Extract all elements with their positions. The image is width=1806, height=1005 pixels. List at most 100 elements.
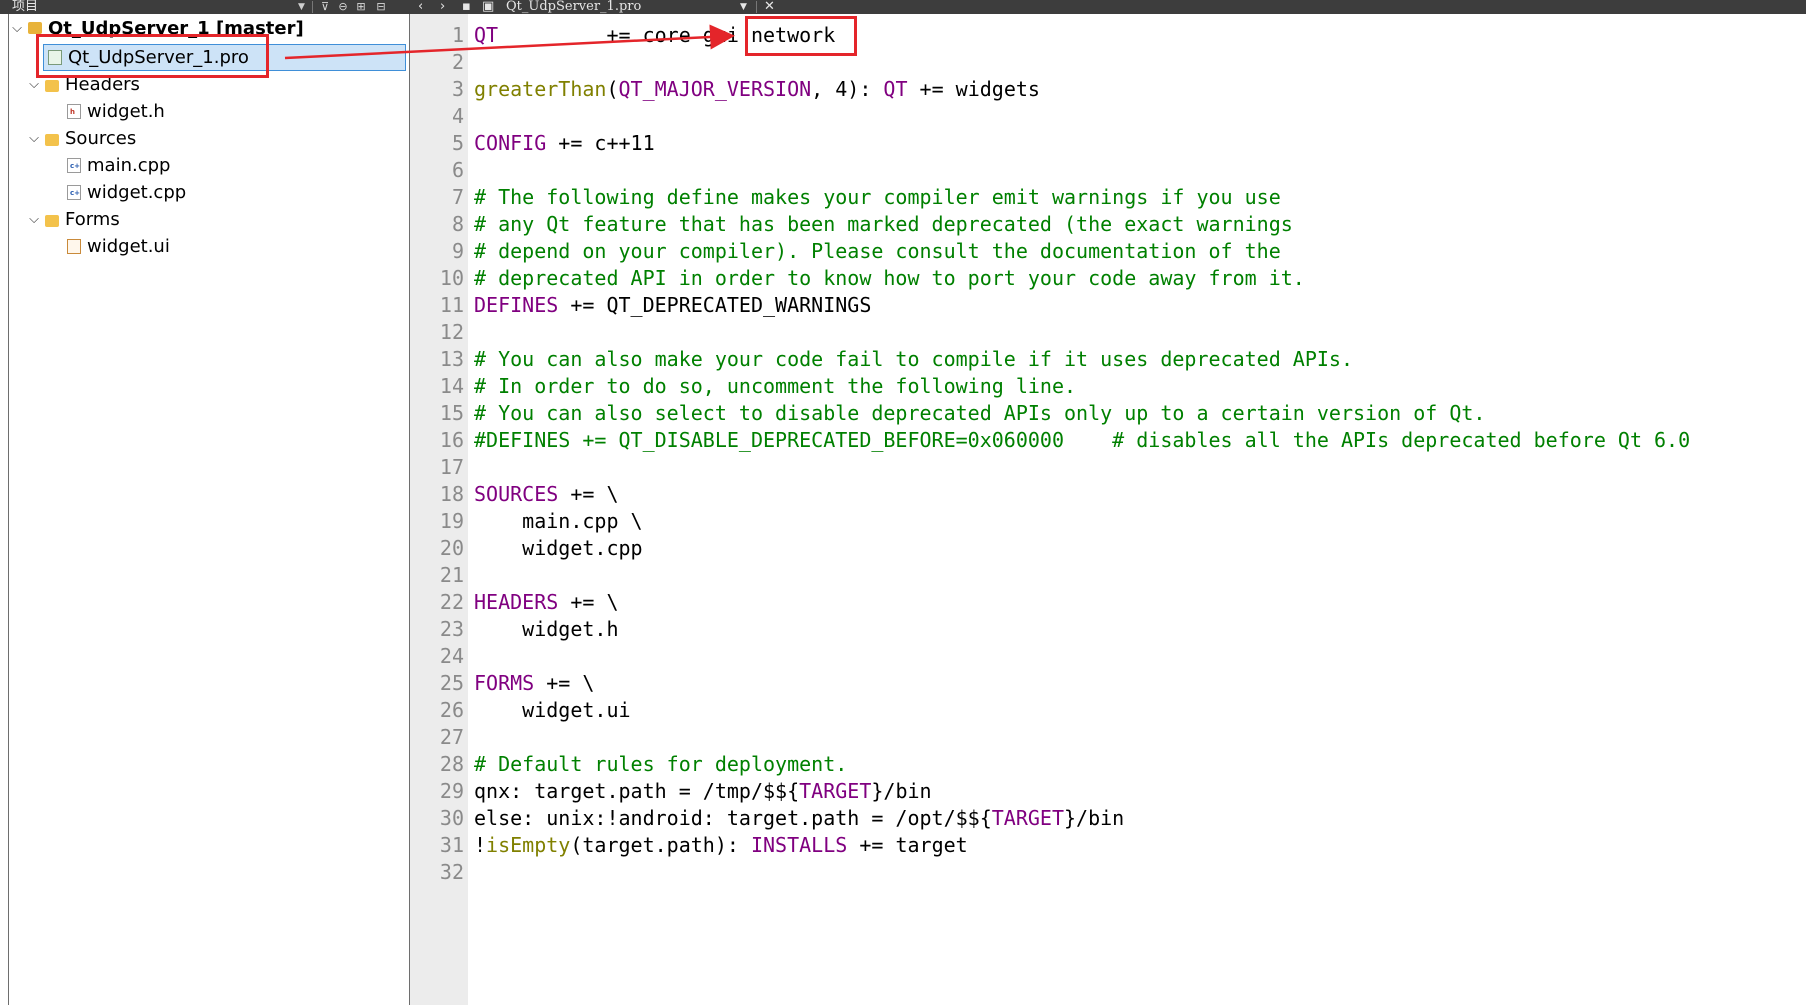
code-token: widget.ui <box>474 698 631 722</box>
code-line[interactable]: # deprecated API in order to know how to… <box>474 265 1305 292</box>
code-line[interactable]: else: unix:!android: target.path = /opt/… <box>474 805 1124 832</box>
view-dropdown-icon[interactable]: ▼ <box>298 0 305 14</box>
code-token: # You can also make your code fail to co… <box>474 347 1353 371</box>
code-token: # any Qt feature that has been marked de… <box>474 212 1293 236</box>
line-number: 1 <box>451 23 464 47</box>
code-line[interactable]: # The following define makes your compil… <box>474 184 1281 211</box>
code-token: TARGET <box>991 806 1065 830</box>
code-line[interactable]: # depend on your compiler). Please consu… <box>474 238 1281 265</box>
filter-icon[interactable]: ⊽ <box>318 1 332 13</box>
code-line[interactable]: CONFIG += c++11 <box>474 130 655 157</box>
back-arrow-icon[interactable]: ‹ <box>418 0 423 14</box>
pro-file-icon: ▣ <box>482 0 495 14</box>
forward-arrow-icon[interactable]: › <box>440 0 445 14</box>
code-line[interactable]: # You can also select to disable depreca… <box>474 400 1485 427</box>
code-token: += QT_DEPRECATED_WARNINGS <box>558 293 872 317</box>
ui-file-icon <box>67 239 81 254</box>
code-line[interactable]: FORMS += \ <box>474 670 594 697</box>
tree-item-widget-ui[interactable]: widget.ui <box>67 233 170 260</box>
project-panel: 项目 ▼ ⊽ ⊖ ⊞ ⊟ ⌵ Qt_UdpServer_1 [master] Q… <box>0 0 410 1005</box>
code-token: CONFIG <box>474 131 547 155</box>
code-line[interactable]: DEFINES += QT_DEPRECATED_WARNINGS <box>474 292 871 319</box>
tree-item-widget-cpp[interactable]: c+ widget.cpp <box>67 179 186 206</box>
file-label: main.cpp <box>87 155 171 176</box>
code-line[interactable]: HEADERS += \ <box>474 589 619 616</box>
code-line[interactable]: # Default rules for deployment. <box>474 751 847 778</box>
tab-dropdown-icon[interactable]: ▼ <box>740 0 747 14</box>
code-token: QT <box>883 77 908 101</box>
project-folder-icon <box>28 22 42 34</box>
line-number: 24 <box>439 644 464 668</box>
code-line[interactable]: #DEFINES += QT_DISABLE_DEPRECATED_BEFORE… <box>474 427 1690 454</box>
code-token: # You can also select to disable depreca… <box>474 401 1486 425</box>
editor-tab-bar: ‹ › ▪ ▣ Qt_UdpServer_1.pro ▼ ✕ <box>410 0 1806 14</box>
close-icon[interactable]: ✕ <box>764 0 775 14</box>
code-token: ! <box>474 833 487 857</box>
line-number-gutter: 1 2 3 4 5 6 7 8 9 10 11 12 13 14 15 16 17 18 19 20 21 22 23 24 2… <box>410 14 468 1005</box>
tree-item-widget-h[interactable]: h widget.h <box>67 98 165 125</box>
line-number: 20 <box>439 536 464 560</box>
editor-tab-title[interactable]: Qt_UdpServer_1.pro <box>506 0 641 14</box>
code-line[interactable]: # In order to do so, uncomment the follo… <box>474 373 1076 400</box>
tree-item-main-cpp[interactable]: c+ main.cpp <box>67 152 170 179</box>
code-token: ( <box>606 77 619 101</box>
link-icon[interactable]: ⊖ <box>336 1 350 13</box>
sources-folder-icon <box>45 133 59 146</box>
code-token: += widgets <box>907 77 1040 101</box>
code-editor[interactable]: ‹ › ▪ ▣ Qt_UdpServer_1.pro ▼ ✕ 123456789… <box>410 0 1806 1005</box>
chevron-down-icon[interactable]: ⌵ <box>27 77 41 92</box>
code-token: (target.path): <box>570 833 751 857</box>
code-line[interactable]: !isEmpty(target.path): INSTALLS += targe… <box>474 832 968 859</box>
code-line[interactable]: widget.h <box>474 616 618 643</box>
line-number: 12 <box>439 320 464 344</box>
line-number: 8 <box>451 212 464 236</box>
line-number: 15 <box>439 401 464 425</box>
toolbar-separator <box>756 1 757 13</box>
code-token: += \ <box>558 590 619 614</box>
line-number: 11 <box>439 293 464 317</box>
line-number: 26 <box>439 698 464 722</box>
file-label: widget.cpp <box>87 182 187 203</box>
code-token: QT <box>474 23 499 47</box>
line-number: 21 <box>439 563 464 587</box>
chevron-down-icon[interactable]: ⌵ <box>10 21 24 36</box>
code-token: main.cpp \ <box>474 509 643 533</box>
line-number: 4 <box>451 104 464 128</box>
code-token: # In order to do so, uncomment the follo… <box>474 374 1077 398</box>
forms-label: Forms <box>65 209 120 230</box>
headers-folder-icon <box>45 79 59 92</box>
code-line[interactable]: greaterThan(QT_MAJOR_VERSION, 4): QT += … <box>474 76 1040 103</box>
close-pane-icon[interactable]: ⊟ <box>374 1 388 13</box>
code-token: widget.cpp <box>474 536 643 560</box>
line-number: 28 <box>439 752 464 776</box>
line-number: 30 <box>439 806 464 830</box>
line-number: 25 <box>439 671 464 695</box>
line-number: 16 <box>439 428 464 452</box>
code-token: += \ <box>534 671 595 695</box>
tree-item-forms[interactable]: ⌵ Forms <box>27 206 120 233</box>
line-number: 7 <box>451 185 464 209</box>
code-line[interactable]: SOURCES += \ <box>474 481 619 508</box>
code-line[interactable]: main.cpp \ <box>474 508 643 535</box>
code-line[interactable]: qnx: target.path = /tmp/$${TARGET}/bin <box>474 778 932 805</box>
line-number: 32 <box>439 860 464 884</box>
line-number: 14 <box>439 374 464 398</box>
code-token: += \ <box>558 482 619 506</box>
split-icon[interactable]: ⊞ <box>354 1 368 13</box>
code-token: isEmpty <box>486 833 571 857</box>
code-line[interactable]: widget.ui <box>474 697 631 724</box>
code-token: QT_MAJOR_VERSION <box>618 77 812 101</box>
code-line[interactable]: # You can also make your code fail to co… <box>474 346 1353 373</box>
chevron-down-icon[interactable]: ⌵ <box>27 212 41 227</box>
project-panel-title: 项目 <box>12 0 39 14</box>
code-token: }/bin <box>1064 806 1125 830</box>
code-line[interactable]: widget.cpp <box>474 535 643 562</box>
line-number: 9 <box>451 239 464 263</box>
line-number: 31 <box>439 833 464 857</box>
code-line[interactable]: # any Qt feature that has been marked de… <box>474 211 1293 238</box>
code-token: else: unix:!android: target.path = /opt/… <box>474 806 992 830</box>
tree-item-sources[interactable]: ⌵ Sources <box>27 125 136 152</box>
line-number: 27 <box>439 725 464 749</box>
chevron-down-icon[interactable]: ⌵ <box>27 131 41 146</box>
code-token: += c++11 <box>546 131 655 155</box>
